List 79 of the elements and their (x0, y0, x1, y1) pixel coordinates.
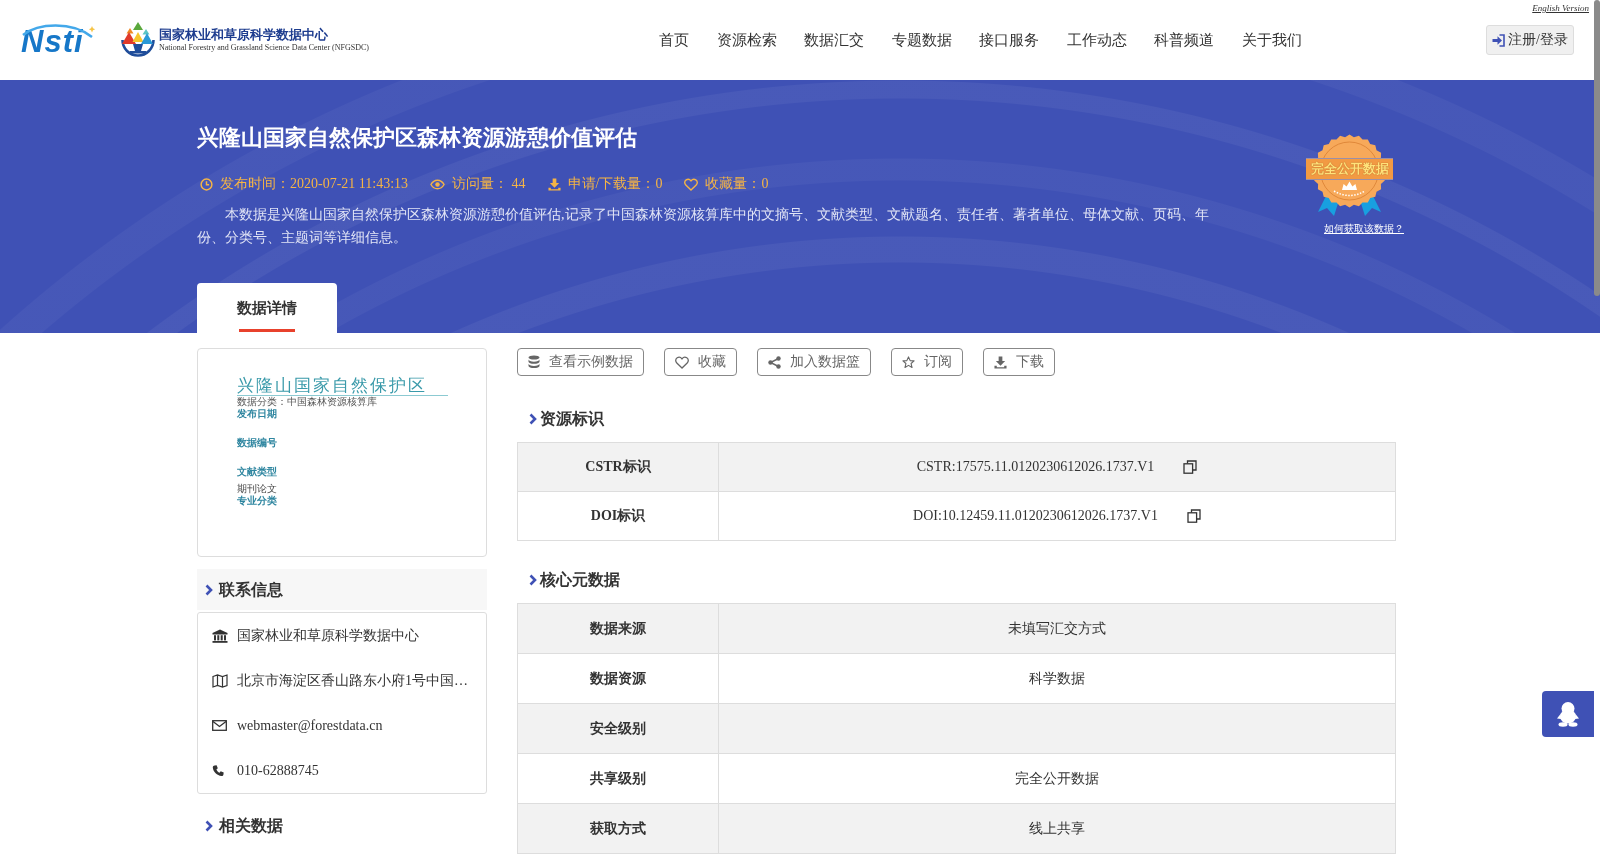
action-button[interactable]: 下载 (983, 348, 1055, 376)
row-label-cell: 数据资源 (517, 653, 719, 704)
clock-icon (200, 177, 213, 191)
action-button[interactable]: 收藏 (664, 348, 737, 376)
cover-field-label: 专业分类 (237, 495, 277, 507)
action-button[interactable]: 加入数据篮 (757, 348, 871, 376)
download-icon (994, 355, 1007, 369)
login-button[interactable]: 注册/登录 (1486, 25, 1574, 55)
action-button[interactable]: 查看示例数据 (517, 348, 644, 376)
bank-icon (212, 628, 228, 643)
table-cell: 未填写汇交方式 (718, 603, 1396, 654)
copy-icon[interactable] (1183, 460, 1198, 474)
triangles-emblem-icon (120, 21, 156, 59)
heart-icon (675, 355, 689, 369)
heart-icon (684, 177, 699, 191)
copy-icon[interactable] (1186, 509, 1201, 523)
cover-subtitle: 数据分类：中国森林资源核算库 (237, 396, 377, 408)
identifier-value: CSTR:17575.11.0120230612026.1737.V1 (916, 459, 1155, 475)
cover-field-label: 发布日期 (237, 408, 277, 420)
dataset-title: 兴隆山国家自然保护区森林资源游憩价值评估 (197, 124, 638, 152)
help-link[interactable]: 如何获取该数据？ (1324, 223, 1404, 235)
chat-button[interactable] (1542, 691, 1594, 737)
scrollbar-thumb[interactable] (1594, 0, 1600, 296)
sign-in-icon (1492, 33, 1506, 47)
table-cell: 完全公开数据 (718, 753, 1396, 804)
star-icon (902, 355, 915, 369)
chevron-icon (205, 819, 213, 832)
action-button[interactable]: 订阅 (891, 348, 963, 376)
chevron-icon (529, 413, 537, 425)
nav-link[interactable]: 接口服务 (979, 30, 1039, 50)
row-label-cell: 获取方式 (517, 803, 719, 854)
identifier-value: DOI:10.12459.11.0120230612026.1737.V1 (913, 508, 1158, 524)
english-version-link[interactable]: English Version (1532, 3, 1589, 14)
nav-link[interactable]: 资源检索 (716, 30, 777, 50)
chevron-icon (205, 583, 213, 596)
penguin-icon (1556, 701, 1580, 727)
meta-text: 收藏量：0 (705, 175, 769, 193)
section-title: 核心元数据 (540, 570, 620, 590)
nav-link[interactable]: 工作动态 (1066, 30, 1127, 50)
row-label-cell: 安全级别 (517, 703, 719, 754)
contact-text: 北京市海淀区香山路东小府1号中国… (237, 671, 468, 690)
cover-field-value: 期刊论文 (237, 483, 277, 495)
nsti-logo[interactable]: Nsti (20, 21, 98, 56)
nav-link[interactable]: 数据汇交 (804, 30, 864, 50)
chevron-icon (529, 574, 537, 586)
nav-link[interactable]: 专题数据 (891, 30, 952, 50)
meta-text: 发布时间：2020-07-21 11:43:13 (220, 175, 409, 193)
cover-title: 兴隆山国家自然保护区 (237, 375, 427, 395)
phone-icon (212, 764, 224, 777)
contact-text: 010-62888745 (237, 761, 319, 780)
database-icon (528, 355, 540, 369)
section-title: 相关数据 (219, 815, 283, 836)
row-label-cell: 数据来源 (517, 603, 719, 654)
cover-field-label: 数据编号 (237, 437, 277, 449)
contact-text: webmaster@forestdata.cn (237, 716, 383, 735)
cover-field-label: 文献类型 (237, 466, 277, 478)
section-title: 资源标识 (540, 409, 604, 429)
badge-label: 完全公开数据 (1306, 158, 1393, 180)
tab[interactable]: 数据详情 (197, 283, 337, 333)
nav-link[interactable]: 首页 (659, 30, 689, 50)
envelope-icon (212, 720, 227, 731)
center-name: 国家林业和草原科学数据中心 (159, 27, 329, 42)
row-label-cell: DOI标识 (517, 491, 719, 541)
contact-text: 国家林业和草原科学数据中心 (237, 626, 419, 645)
section-title: 联系信息 (219, 579, 283, 600)
row-label-cell: CSTR标识 (517, 442, 719, 492)
meta-text: 访问量： 44 (452, 175, 526, 193)
center-name-english: National Forestry and Grassland Science Data Center (NFGSDC) (159, 43, 369, 53)
eye-icon (430, 178, 446, 190)
nav-link[interactable]: 科普频道 (1154, 30, 1214, 50)
share-icon (768, 355, 781, 369)
download-icon (547, 177, 561, 191)
nav-link[interactable]: 关于我们 (1241, 30, 1302, 50)
map-icon (212, 673, 228, 688)
row-label-cell: 共享级别 (517, 753, 719, 804)
meta-text: 申请/下载量：0 (567, 175, 663, 193)
table-cell: 线上共享 (718, 803, 1396, 854)
table-cell: 科学数据 (718, 653, 1396, 704)
dataset-description: 本数据是兴隆山国家自然保护区森林资源游憩价值评估,记录了中国森林资源核算库中的文摘号、文献类型、文献题名、责任者、著者单位、母体文献、页码、年份、分类号、主题词等详细信息。 (197, 206, 1210, 247)
